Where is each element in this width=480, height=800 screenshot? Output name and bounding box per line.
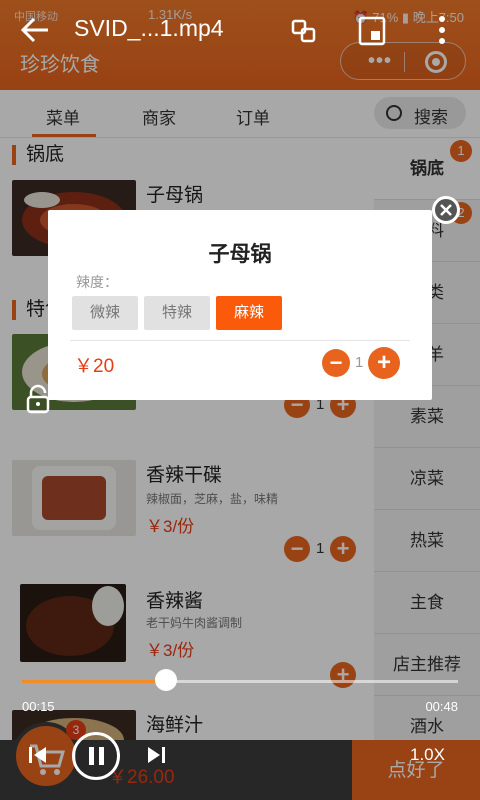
increase-qty-button[interactable]: + [368, 347, 400, 379]
spice-option-numbing-hot[interactable]: 麻辣 [216, 296, 282, 330]
pause-icon [99, 747, 104, 765]
floating-window-icon[interactable] [358, 16, 386, 46]
playback-speed[interactable]: 1.0X [410, 745, 445, 765]
dialog-qty: 1 [355, 354, 364, 371]
divider [70, 340, 410, 341]
previous-icon[interactable] [26, 744, 50, 766]
pause-button[interactable] [72, 732, 120, 780]
back-arrow-icon[interactable] [20, 16, 52, 44]
spice-option-extra-hot[interactable]: 特辣 [144, 296, 210, 330]
seek-bar[interactable] [22, 680, 458, 683]
video-title: SVID_...1.mp4 [74, 15, 224, 41]
spice-selection-dialog: 子母锅 辣度： 微辣 特辣 麻辣 ￥20 − 1 + [48, 210, 432, 400]
lock-screen-icon[interactable] [26, 384, 50, 414]
spice-label: 辣度： [76, 274, 118, 290]
close-dialog-button[interactable] [432, 196, 460, 224]
elapsed-time: 00:15 [22, 699, 55, 714]
seek-thumb[interactable] [154, 669, 177, 691]
more-options-icon[interactable] [436, 14, 448, 46]
switch-window-icon[interactable] [290, 18, 318, 44]
seek-progress [22, 680, 166, 683]
close-icon [440, 204, 452, 216]
dialog-price: ￥20 [74, 356, 115, 377]
spice-option-mild[interactable]: 微辣 [72, 296, 138, 330]
decrease-qty-button[interactable]: − [322, 349, 350, 377]
total-duration: 00:48 [425, 699, 458, 714]
next-icon[interactable] [144, 744, 168, 766]
video-top-bar: SVID_...1.mp4 [0, 0, 480, 64]
pause-icon [89, 747, 94, 765]
dialog-title: 子母锅 [208, 243, 272, 266]
